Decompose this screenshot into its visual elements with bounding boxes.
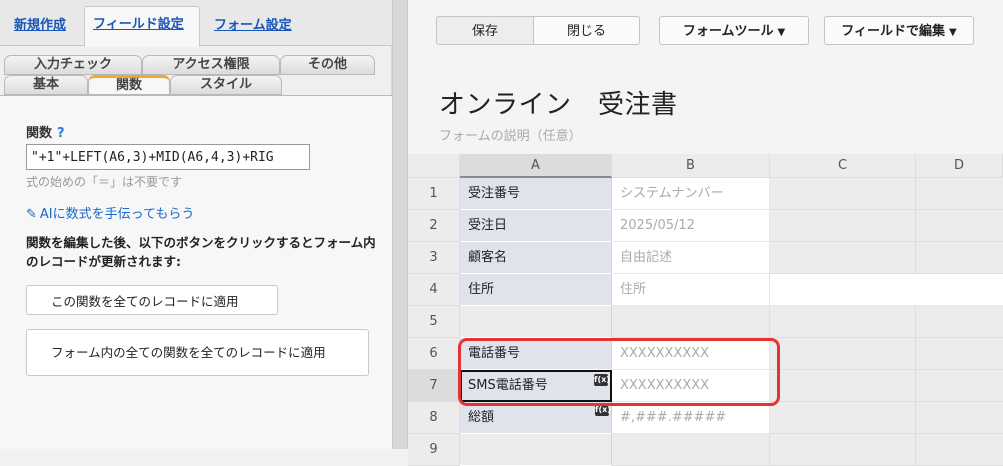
function-icon: f(x) [594, 374, 610, 386]
tab-style[interactable]: スタイル [170, 75, 282, 95]
field-label-cell[interactable]: 住所 [460, 274, 612, 306]
table-row: 3 顧客名 自由記述 [408, 242, 1003, 274]
row-number[interactable]: 3 [408, 242, 460, 274]
tab-basic[interactable]: 基本 [4, 75, 88, 95]
form-editor: 保存 閉じる フォームツール ▼ フィールドで編集 ▼ オンライン 受注書 フォーム… [408, 0, 1003, 466]
column-header-d[interactable]: D [916, 154, 1003, 178]
field-label-cell[interactable] [460, 306, 612, 338]
empty-cells [770, 178, 1003, 210]
field-value-cell[interactable] [612, 434, 770, 466]
row-number[interactable]: 1 [408, 178, 460, 210]
apply-description: 関数を編集した後、以下のボタンをクリックするとフォーム内のレコードが更新されます… [26, 235, 376, 269]
field-value-cell[interactable]: #,###.##### [612, 402, 770, 434]
function-settings: 関数? 式の始めの「＝」は不要です ✎AIに数式を手伝ってもらう 関数を編集した… [0, 95, 392, 449]
field-settings-panel: 新規作成 フィールド設定 フォーム設定 入力チェック アクセス権限 その他 基本… [0, 0, 392, 449]
row-number[interactable]: 2 [408, 210, 460, 242]
field-value-cell[interactable] [612, 306, 770, 338]
column-header-c[interactable]: C [770, 154, 916, 178]
column-header-row: A B C D [408, 154, 1003, 178]
sub-tab-row-1: 入力チェック アクセス権限 その他 [0, 55, 392, 75]
tab-field-settings[interactable]: フィールド設定 [84, 6, 200, 47]
sub-tab-row-2: 基本 関数 スタイル [0, 75, 392, 95]
empty-cells [770, 338, 1003, 370]
row-number[interactable]: 5 [408, 306, 460, 338]
pencil-icon: ✎ [26, 207, 37, 222]
top-tab-bar: 新規作成 フィールド設定 フォーム設定 [0, 0, 392, 47]
panel-splitter[interactable] [392, 0, 408, 449]
table-row: 9 [408, 434, 1003, 466]
tab-other[interactable]: その他 [280, 55, 375, 75]
row-number[interactable]: 9 [408, 434, 460, 466]
function-input[interactable] [26, 144, 310, 170]
ai-link-text: AIに数式を手伝ってもらう [39, 207, 195, 222]
empty-cells [770, 210, 1003, 242]
field-label-cell[interactable]: 受注日 [460, 210, 612, 242]
field-edit-button[interactable]: フィールドで編集 ▼ [824, 16, 974, 45]
table-row: 1 受注番号 システムナンバー [408, 178, 1003, 210]
form-tool-label: フォームツール [682, 24, 774, 39]
selected-field-label-cell[interactable]: SMS電話番号 f(x) [460, 370, 612, 402]
caret-down-icon: ▼ [777, 27, 786, 38]
tab-form-settings[interactable]: フォーム設定 [206, 8, 300, 46]
row-number[interactable]: 7 [408, 370, 460, 402]
empty-cells [770, 242, 1003, 274]
table-row: 4 住所 住所 [408, 274, 1003, 306]
function-label: 関数? [26, 122, 65, 141]
address-wide-cell[interactable] [770, 274, 1003, 306]
form-tool-button[interactable]: フォームツール ▼ [659, 16, 809, 45]
empty-cells [770, 370, 1003, 402]
form-title[interactable]: オンライン 受注書 [439, 84, 678, 121]
field-label-text: SMS電話番号 [468, 378, 548, 393]
empty-cells [770, 434, 1003, 466]
tab-input-check[interactable]: 入力チェック [4, 55, 142, 75]
field-value-cell[interactable]: システムナンバー [612, 178, 770, 210]
field-label-cell[interactable]: 顧客名 [460, 242, 612, 274]
field-value-cell[interactable]: 住所 [612, 274, 770, 306]
field-label-text: 総額 [468, 410, 495, 425]
empty-cells [770, 306, 1003, 338]
column-header-a[interactable]: A [460, 154, 612, 178]
grid-corner [408, 154, 460, 178]
tab-access[interactable]: アクセス権限 [142, 55, 280, 75]
row-number[interactable]: 8 [408, 402, 460, 434]
table-row: 5 [408, 306, 1003, 338]
close-button[interactable]: 閉じる [534, 16, 640, 45]
help-icon[interactable]: ? [57, 126, 65, 141]
field-label-cell[interactable]: 受注番号 [460, 178, 612, 210]
function-label-text: 関数 [26, 126, 53, 141]
field-value-cell[interactable]: XXXXXXXXXX [612, 370, 770, 402]
field-label-cell[interactable] [460, 434, 612, 466]
table-row: 7 SMS電話番号 f(x) XXXXXXXXXX [408, 370, 1003, 402]
tab-new[interactable]: 新規作成 [6, 8, 74, 46]
table-row: 8 総額 f(x) #,###.##### [408, 402, 1003, 434]
field-value-cell[interactable]: XXXXXXXXXX [612, 338, 770, 370]
field-value-cell[interactable]: 自由記述 [612, 242, 770, 274]
empty-cells [770, 402, 1003, 434]
function-note: 式の始めの「＝」は不要です [26, 175, 183, 189]
function-icon: f(x) [595, 404, 611, 416]
table-row: 6 電話番号 XXXXXXXXXX [408, 338, 1003, 370]
column-header-b[interactable]: B [612, 154, 770, 178]
field-label-cell[interactable]: 総額 f(x) [460, 402, 612, 434]
field-edit-label: フィールドで編集 [841, 24, 946, 39]
save-button[interactable]: 保存 [436, 16, 534, 45]
caret-down-icon: ▼ [949, 27, 957, 38]
field-value-cell[interactable]: 2025/05/12 [612, 210, 770, 242]
tab-function[interactable]: 関数 [88, 75, 170, 95]
form-description[interactable]: フォームの説明（任意） [439, 125, 582, 144]
ai-formula-link[interactable]: ✎ AIに数式を手伝ってもらう [26, 203, 194, 222]
row-number[interactable]: 4 [408, 274, 460, 306]
field-label-cell[interactable]: 電話番号 [460, 338, 612, 370]
apply-to-all-records-button[interactable]: この関数を全てのレコードに適用 [26, 285, 278, 315]
apply-all-functions-button[interactable]: フォーム内の全ての関数を全てのレコードに適用 [26, 329, 369, 376]
table-row: 2 受注日 2025/05/12 [408, 210, 1003, 242]
row-number[interactable]: 6 [408, 338, 460, 370]
